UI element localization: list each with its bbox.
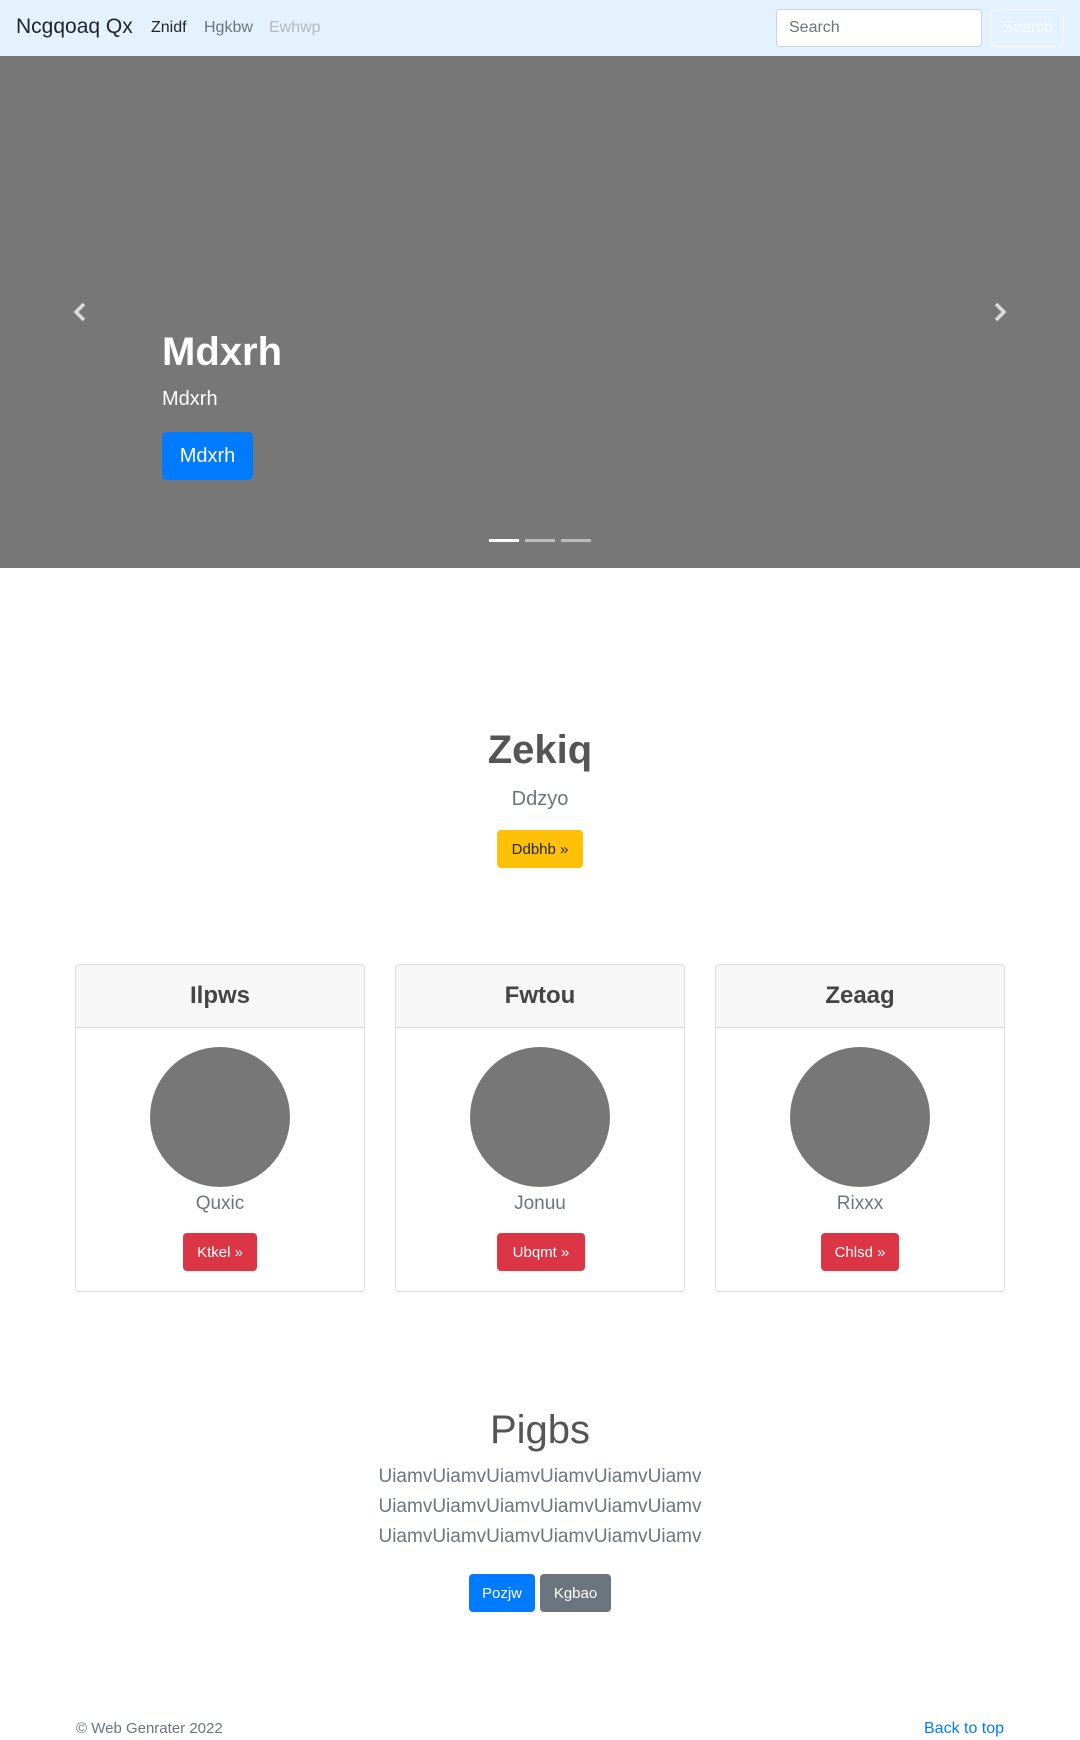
back-to-top-link[interactable]: Back to top — [924, 1720, 1004, 1738]
card-button[interactable]: Chlsd » — [821, 1233, 899, 1271]
card-zeaag: Zeaag Rixxx Chlsd » — [715, 964, 1005, 1292]
album-text-line-1: UiamvUiamvUiamvUiamvUiamvUiamv — [378, 1466, 702, 1487]
carousel-caption-title: Mdxrh — [162, 330, 282, 374]
card-header: Ilpws — [76, 965, 364, 1028]
album-text-line-3: UiamvUiamvUiamvUiamvUiamvUiamv — [378, 1526, 702, 1547]
card-fwtou: Fwtou Jonuu Ubqmt » — [395, 964, 685, 1292]
carousel-indicator-3[interactable] — [561, 539, 591, 542]
search-input[interactable] — [776, 9, 982, 47]
card-text: Quxic — [195, 1193, 245, 1214]
search-button[interactable]: Search — [991, 9, 1064, 47]
card-button[interactable]: Ubqmt » — [497, 1233, 585, 1271]
album-secondary-button[interactable]: Kgbao — [540, 1574, 611, 1612]
card-text: Jonuu — [514, 1193, 566, 1214]
card-image — [150, 1047, 290, 1187]
carousel-prev-button[interactable] — [69, 300, 93, 324]
card-image — [470, 1047, 610, 1187]
album-primary-button[interactable]: Pozjw — [469, 1574, 535, 1612]
nav-link-znidf[interactable]: Znidf — [151, 19, 187, 37]
hero-subtitle: Ddzyo — [511, 788, 569, 810]
footer-copyright: © Web Genrater 2022 — [76, 1720, 223, 1737]
card-header: Zeaag — [716, 965, 1004, 1028]
carousel-caption-button[interactable]: Mdxrh — [162, 432, 253, 480]
carousel-indicator-2[interactable] — [525, 539, 555, 542]
card-ilpws: Ilpws Quxic Ktkel » — [75, 964, 365, 1292]
hero-title: Zekiq — [487, 728, 593, 772]
card-image — [790, 1047, 930, 1187]
album-title: Pigbs — [489, 1408, 591, 1452]
navbar: Ncgqoaq Qx Znidf Hgkbw Ewhwp Search — [0, 0, 1080, 56]
carousel: Mdxrh Mdxrh Mdxrh — [0, 56, 1080, 568]
card-button[interactable]: Ktkel » — [183, 1233, 257, 1271]
card-text: Rixxx — [836, 1193, 884, 1214]
chevron-right-icon — [994, 302, 1007, 322]
carousel-indicator-1[interactable] — [489, 539, 519, 542]
carousel-caption-text: Mdxrh — [162, 388, 218, 410]
nav-link-hgkbw[interactable]: Hgkbw — [204, 19, 253, 37]
album-text-line-2: UiamvUiamvUiamvUiamvUiamvUiamv — [378, 1496, 702, 1517]
nav-link-ewhwp: Ewhwp — [269, 19, 321, 36]
navbar-brand[interactable]: Ncgqoaq Qx — [16, 15, 133, 39]
hero-button[interactable]: Ddbhb » — [497, 830, 583, 868]
card-header: Fwtou — [396, 965, 684, 1028]
carousel-next-button[interactable] — [987, 300, 1011, 324]
chevron-left-icon — [73, 302, 86, 322]
